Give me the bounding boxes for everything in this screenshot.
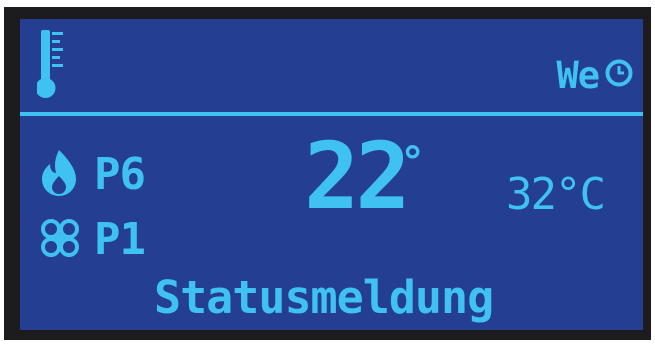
burner-level: P6 [94, 149, 146, 200]
weekday-label: We [556, 54, 600, 97]
thermometer-icon [35, 28, 67, 102]
boiler-temperature: 32°C [506, 169, 606, 220]
status-message: Statusmeldung [154, 271, 494, 324]
lcd-screen: We P6 P1 22 ° 32°C Statusmeldung [20, 19, 643, 330]
fan-level: P1 [94, 214, 146, 265]
room-temperature: 22 [304, 123, 411, 230]
flame-icon [40, 149, 78, 197]
header-divider [20, 112, 643, 116]
fan-icon [40, 218, 80, 258]
clock-icon [604, 58, 634, 88]
room-temperature-unit: ° [400, 137, 426, 186]
